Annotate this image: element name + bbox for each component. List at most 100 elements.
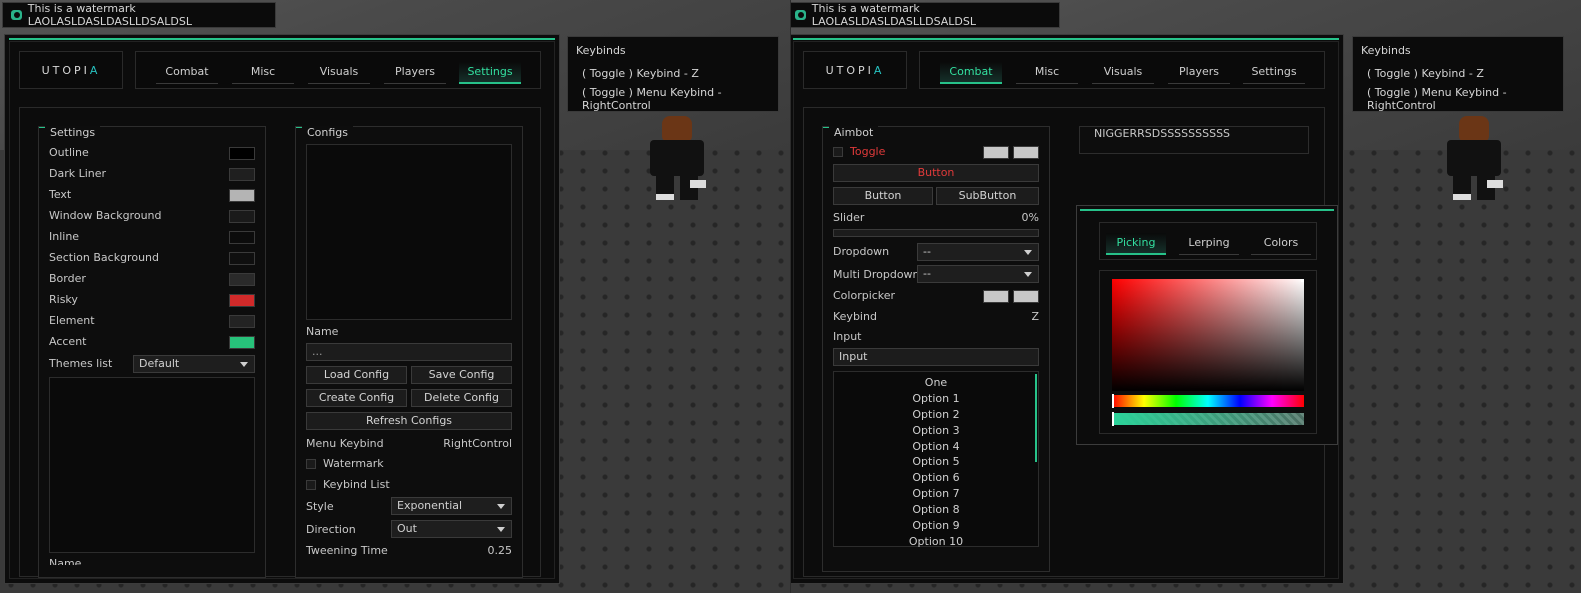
saturation-value-field[interactable]	[1112, 279, 1304, 391]
refresh-configs-button[interactable]: Refresh Configs	[306, 412, 512, 430]
name-label-cut: Name	[49, 557, 82, 565]
tab-picking[interactable]: Picking	[1106, 233, 1166, 255]
dropdown[interactable]: --	[917, 243, 1039, 261]
configs-section: Configs Name ... Load Config Save Config…	[295, 126, 523, 578]
color-swatch[interactable]	[983, 290, 1009, 303]
save-config-button[interactable]: Save Config	[411, 366, 512, 384]
theme-row-inline: Inline	[49, 228, 255, 246]
watermark-toggle[interactable]: Watermark	[306, 455, 512, 473]
color-swatch[interactable]	[1013, 290, 1039, 303]
list-item[interactable]: Option 9	[834, 518, 1038, 534]
watermark-text: This is a watermark LAOLASLDASLDASLLDSAL…	[27, 2, 192, 28]
tweening-row[interactable]: Tweening Time 0.25	[306, 542, 512, 560]
hue-slider[interactable]	[1112, 394, 1304, 408]
tab-misc[interactable]: Misc	[232, 62, 294, 84]
direction-label: Direction	[306, 523, 356, 536]
list-item[interactable]: Option 8	[834, 502, 1038, 518]
menu-keybind-row[interactable]: Menu Keybind RightControl	[306, 435, 512, 453]
menu-keybind-value[interactable]: RightControl	[443, 435, 512, 453]
list-item[interactable]: Option 10	[834, 534, 1038, 550]
tab-lerping[interactable]: Lerping	[1179, 233, 1239, 255]
tab-settings[interactable]: Settings	[1243, 62, 1305, 84]
list-item[interactable]: One	[834, 375, 1038, 391]
tab-colors[interactable]: Colors	[1251, 233, 1311, 255]
color-swatch[interactable]	[229, 231, 255, 244]
color-swatch[interactable]	[229, 189, 255, 202]
list-item[interactable]: Option 6	[834, 470, 1038, 486]
colorpicker-popup[interactable]: Picking Lerping Colors	[1076, 205, 1338, 445]
sv-cursor[interactable]	[1301, 279, 1304, 282]
list-item[interactable]: Option 1	[834, 391, 1038, 407]
menu-window[interactable]: UTOPI A Combat Misc Visuals Players Setti…	[791, 34, 1344, 584]
color-swatch[interactable]	[229, 168, 255, 181]
style-dropdown[interactable]: Exponential	[391, 497, 512, 515]
tab-misc[interactable]: Misc	[1016, 62, 1078, 84]
delete-config-button[interactable]: Delete Config	[411, 389, 512, 407]
color-swatch[interactable]	[229, 273, 255, 286]
checkbox[interactable]	[833, 147, 843, 157]
alpha-slider[interactable]	[1112, 412, 1304, 426]
logo-icon	[795, 10, 806, 20]
risky-button[interactable]: Button	[833, 164, 1039, 182]
toggle-label: Keybind List	[323, 478, 390, 491]
logo-accent: A	[873, 63, 885, 77]
keybind-label: Keybind	[833, 310, 877, 323]
color-swatch[interactable]	[229, 294, 255, 307]
button[interactable]: Button	[833, 187, 933, 205]
logo: UTOPI A	[803, 51, 907, 89]
list-item[interactable]: Option 2	[834, 407, 1038, 423]
create-config-button[interactable]: Create Config	[306, 389, 407, 407]
configs-listbox[interactable]	[306, 144, 512, 320]
section-title: Configs	[302, 126, 354, 140]
tab-visuals[interactable]: Visuals	[308, 62, 370, 84]
dropdown-value: --	[923, 245, 931, 258]
tweening-label: Tweening Time	[306, 544, 388, 557]
toggle-label: Toggle	[850, 145, 886, 158]
slider-track[interactable]	[833, 229, 1039, 237]
keybinds-title: Keybinds	[576, 44, 626, 57]
color-swatch[interactable]	[229, 147, 255, 160]
logo-accent: A	[89, 63, 101, 77]
list-item[interactable]: Option 3	[834, 423, 1038, 439]
list-item[interactable]: Option 5	[834, 454, 1038, 470]
list-item[interactable]: Option 4	[834, 439, 1038, 455]
theme-label: Element	[49, 314, 95, 327]
keybind-list-toggle[interactable]: Keybind List	[306, 476, 512, 494]
options-list[interactable]: One Option 1 Option 2 Option 3 Option 4 Optio…	[833, 371, 1039, 550]
tab-combat[interactable]: Combat	[156, 62, 218, 84]
aimbot-toggle[interactable]: Toggle	[833, 143, 1039, 161]
color-swatch[interactable]	[229, 252, 255, 265]
menu-window[interactable]: UTOPI A Combat Misc Visuals Players Setti…	[4, 34, 560, 584]
hue-cursor[interactable]	[1112, 394, 1114, 408]
theme-row-border: Border	[49, 270, 255, 288]
sub-button[interactable]: SubButton	[936, 187, 1039, 205]
alpha-cursor[interactable]	[1112, 412, 1114, 426]
multi-dropdown[interactable]: --	[917, 265, 1039, 283]
tab-bar: Combat Misc Visuals Players Settings	[135, 51, 541, 89]
tab-combat[interactable]: Combat	[940, 62, 1002, 84]
color-swatch[interactable]	[229, 315, 255, 328]
direction-dropdown[interactable]: Out	[391, 520, 512, 538]
tab-settings[interactable]: Settings	[459, 62, 521, 84]
load-config-button[interactable]: Load Config	[306, 366, 407, 384]
keybind-row[interactable]: Keybind Z	[833, 308, 1039, 326]
keybind-value[interactable]: Z	[1031, 308, 1039, 326]
color-swatch[interactable]	[983, 146, 1009, 159]
chevron-down-icon	[497, 504, 505, 509]
tab-visuals[interactable]: Visuals	[1092, 62, 1154, 84]
color-swatch[interactable]	[229, 210, 255, 223]
color-swatch[interactable]	[1013, 146, 1039, 159]
tab-content: Settings Outline Dark Liner Text Window …	[19, 107, 541, 578]
text-input[interactable]: Input	[833, 348, 1039, 366]
checkbox[interactable]	[306, 459, 316, 469]
watermark-bar: This is a watermark LAOLASLDASLDASLLDSAL…	[791, 2, 1060, 28]
tab-players[interactable]: Players	[384, 62, 446, 84]
config-name-input[interactable]: ...	[306, 343, 512, 361]
settings-section: Settings Outline Dark Liner Text Window …	[38, 126, 266, 578]
list-item[interactable]: Option 7	[834, 486, 1038, 502]
themes-listbox[interactable]	[49, 377, 255, 553]
tab-players[interactable]: Players	[1168, 62, 1230, 84]
checkbox[interactable]	[306, 480, 316, 490]
themes-dropdown[interactable]: Default	[133, 355, 255, 373]
color-swatch[interactable]	[229, 336, 255, 349]
